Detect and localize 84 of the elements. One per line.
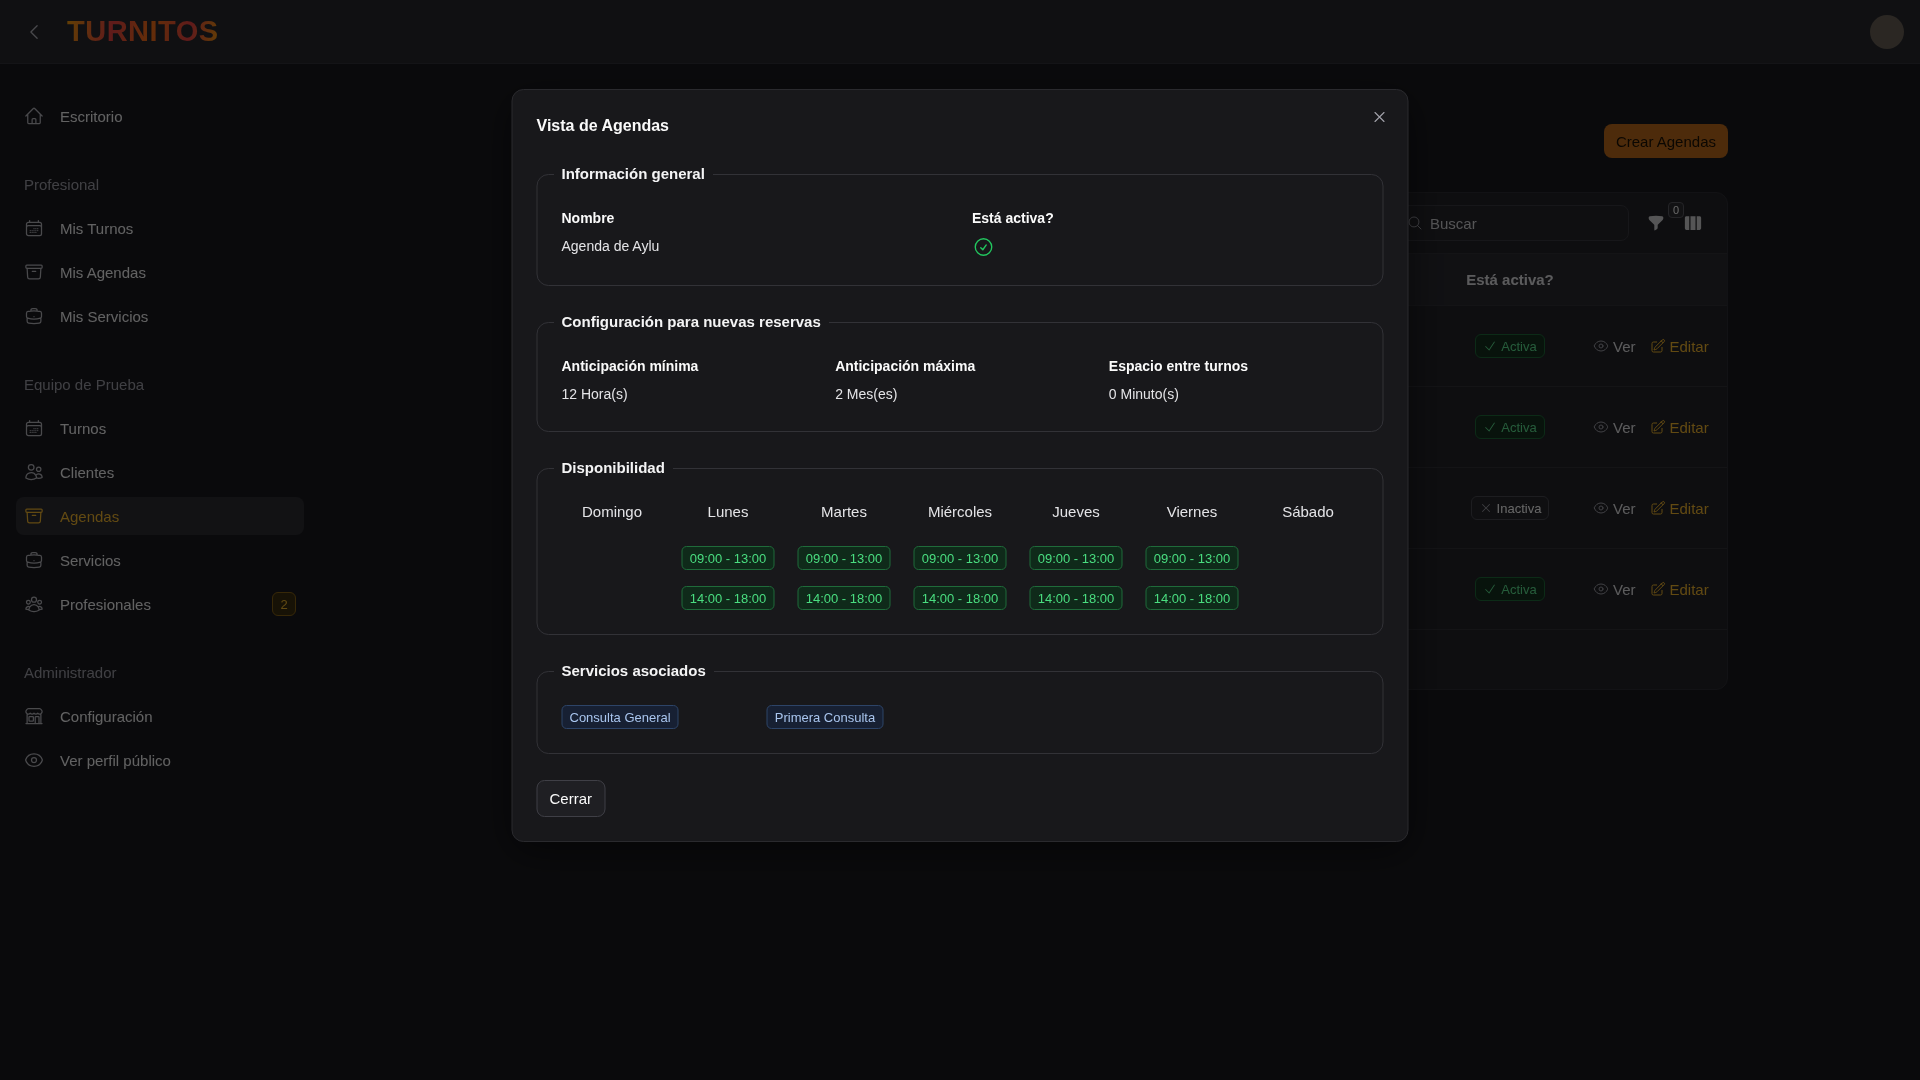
columns-icon[interactable]: [1683, 213, 1703, 233]
view-link[interactable]: Ver: [1593, 499, 1636, 517]
time-slot: 09:00 - 13:00: [797, 546, 891, 570]
field-value: Agenda de Aylu: [561, 237, 660, 256]
footer-close-button[interactable]: Cerrar: [536, 780, 605, 817]
search-icon: [1407, 215, 1423, 231]
section-legend: Información general: [553, 164, 713, 184]
time-slot: 09:00 - 13:00: [913, 546, 1007, 570]
day-name: Lunes: [707, 502, 749, 522]
check-icon: [1483, 339, 1498, 353]
sidebar-item[interactable]: Profesionales 2: [16, 585, 304, 623]
section-heading: Equipo de Prueba: [23, 374, 146, 395]
home-icon: [24, 106, 44, 126]
eye-icon: [1593, 500, 1609, 516]
eye-icon: [1593, 338, 1609, 354]
time-slot: 09:00 - 13:00: [1029, 546, 1123, 570]
day-name: Martes: [821, 502, 867, 522]
day-name: Domingo: [582, 502, 642, 522]
edit-link[interactable]: Editar: [1649, 580, 1709, 598]
day-name: Jueves: [1052, 502, 1100, 522]
count-badge: 0: [1668, 202, 1684, 218]
day-name: Viernes: [1166, 502, 1218, 522]
time-slot: 09:00 - 13:00: [681, 546, 775, 570]
service-tag: Primera Consulta: [766, 705, 884, 729]
time-slot: 14:00 - 18:00: [1029, 586, 1123, 610]
edit-link[interactable]: Editar: [1649, 337, 1709, 355]
section-legend: Servicios asociados: [553, 661, 714, 681]
section-heading: Profesional: [23, 174, 101, 195]
filter-icon[interactable]: [1647, 214, 1665, 232]
section-heading: Administrador: [23, 662, 118, 683]
field-label: Anticipación máxima: [835, 357, 976, 376]
section-legend: Configuración para nuevas reservas: [553, 312, 829, 332]
count-badge: 2: [272, 592, 296, 616]
archive-box-icon: [24, 506, 44, 526]
eye-icon: [24, 750, 44, 770]
check-icon: [1483, 420, 1498, 434]
user-group-icon: [24, 594, 44, 614]
briefcase-icon: [24, 550, 44, 570]
sidebar-item[interactable]: Ver perfil público: [16, 741, 304, 779]
field-label: Nombre: [561, 209, 615, 228]
briefcase-icon: [24, 306, 44, 326]
eye-icon: [1593, 581, 1609, 597]
time-slot: 14:00 - 18:00: [913, 586, 1007, 610]
field-label: Anticipación mínima: [561, 357, 699, 376]
day-name: Sábado: [1282, 502, 1334, 522]
sidebar-item[interactable]: Configuración: [16, 697, 304, 735]
status-text: Inactiva: [1496, 500, 1542, 516]
day-name: Miércoles: [927, 502, 993, 522]
check-icon: [1483, 582, 1498, 596]
sidebar-item[interactable]: Mis Servicios: [16, 297, 304, 335]
view-link[interactable]: Ver: [1593, 337, 1636, 355]
sidebar-item[interactable]: Mis Turnos: [16, 209, 304, 247]
field-label: Está activa?: [972, 209, 1054, 228]
service-tag: Consulta General: [561, 705, 679, 729]
archive-box-icon: [24, 262, 44, 282]
time-slot: 14:00 - 18:00: [1145, 586, 1239, 610]
edit-link[interactable]: Editar: [1649, 499, 1709, 517]
status-text: Activa: [1501, 338, 1537, 354]
eye-icon: [1593, 419, 1609, 435]
section-legend: Disponibilidad: [553, 458, 673, 478]
status-text: Activa: [1501, 581, 1537, 597]
sidebar-item[interactable]: Turnos: [16, 409, 304, 447]
view-link[interactable]: Ver: [1593, 418, 1636, 436]
calendar-icon: [24, 418, 44, 438]
sidebar-item[interactable]: Clientes: [16, 453, 304, 491]
calendar-icon: [24, 218, 44, 238]
time-slot: 09:00 - 13:00: [1145, 546, 1239, 570]
field-value: 12 Hora(s): [561, 385, 628, 404]
edit-link[interactable]: Editar: [1649, 418, 1709, 436]
field-value: 0 Minuto(s): [1108, 385, 1179, 404]
sidebar-item[interactable]: Agendas: [16, 497, 304, 535]
users-icon: [24, 462, 44, 482]
sidebar-item[interactable]: Mis Agendas: [16, 253, 304, 291]
view-link[interactable]: Ver: [1593, 580, 1636, 598]
field-value: 2 Mes(es): [835, 385, 898, 404]
time-slot: 14:00 - 18:00: [797, 586, 891, 610]
sidebar-item[interactable]: Escritorio: [16, 97, 304, 135]
modal-title: Vista de Agendas: [536, 116, 669, 136]
sidebar-item[interactable]: Servicios: [16, 541, 304, 579]
status-text: Activa: [1501, 419, 1537, 435]
storefront-icon: [24, 706, 44, 726]
time-slot: 14:00 - 18:00: [681, 586, 775, 610]
column-header: Está activa?: [1466, 271, 1554, 288]
field-label: Espacio entre turnos: [1108, 357, 1249, 376]
